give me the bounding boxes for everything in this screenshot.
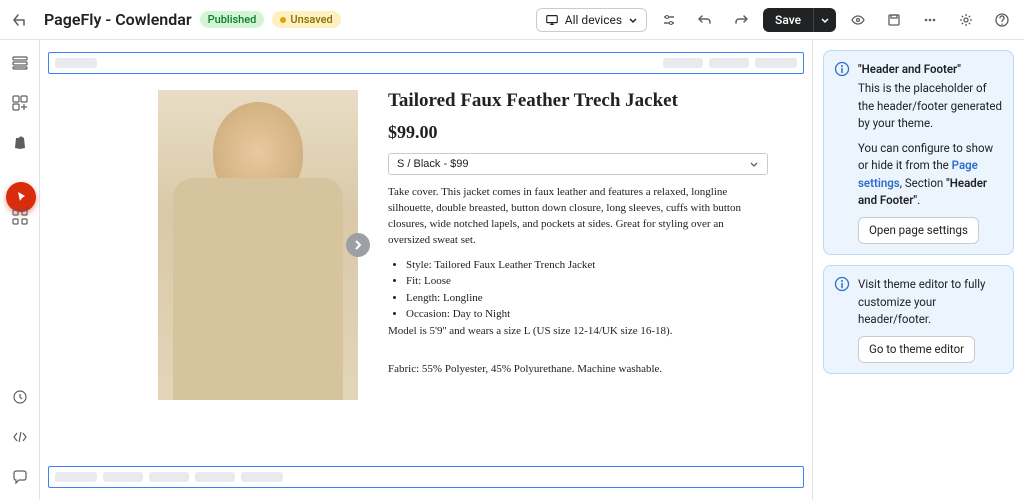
undo-button[interactable] [691, 6, 719, 34]
right-panel: "Header and Footer" This is the placehol… [812, 40, 1024, 500]
sidebar-history-button[interactable] [9, 386, 31, 408]
save-dropdown[interactable] [813, 8, 836, 32]
model-note: Model is 5'9'' and wears a size L (US si… [388, 325, 768, 337]
sidebar-code-button[interactable] [9, 426, 31, 448]
chevron-down-icon [749, 159, 759, 169]
placeholder-block [241, 472, 283, 482]
placeholder-block [663, 58, 703, 68]
editor-canvas[interactable]: Tailored Faux Feather Trech Jacket $99.0… [40, 40, 812, 500]
placeholder-block [755, 58, 797, 68]
sidebar-chat-button[interactable] [9, 466, 31, 488]
eye-icon [850, 12, 866, 28]
product-title: Tailored Faux Feather Trech Jacket [388, 90, 768, 112]
footer-placeholder[interactable] [48, 466, 804, 488]
info-icon [834, 61, 850, 77]
device-selector[interactable]: All devices [536, 8, 647, 32]
more-button[interactable] [916, 6, 944, 34]
status-published-badge: Published [200, 11, 265, 28]
placeholder-block [195, 472, 235, 482]
placeholder-block [709, 58, 749, 68]
sidebar-shopify-button[interactable] [9, 132, 31, 154]
fabric-note: Fabric: 55% Polyester, 45% Polyurethane.… [388, 363, 768, 375]
chevron-right-icon [352, 239, 364, 251]
apps-icon [11, 208, 29, 226]
card-text: This is the placeholder of the header/fo… [858, 80, 1003, 132]
placeholder-block [149, 472, 189, 482]
bullet-item: Occasion: Day to Night [406, 306, 768, 323]
placeholder-block [55, 472, 97, 482]
header-placeholder[interactable] [48, 52, 804, 74]
chevron-down-icon [628, 15, 638, 25]
bullet-item: Fit: Loose [406, 273, 768, 290]
desktop-icon [545, 13, 559, 27]
product-section: Tailored Faux Feather Trech Jacket $99.0… [48, 90, 804, 400]
chevron-down-icon [820, 15, 830, 25]
sliders-icon [661, 12, 677, 28]
left-sidebar [0, 40, 40, 500]
help-button[interactable] [988, 6, 1016, 34]
shopify-icon [11, 134, 29, 152]
chat-icon [11, 468, 29, 486]
sidebar-apps-button[interactable] [9, 206, 31, 228]
help-icon [994, 12, 1010, 28]
dots-icon [922, 12, 938, 28]
gear-icon [958, 12, 974, 28]
info-icon [834, 276, 850, 292]
export-button[interactable] [880, 6, 908, 34]
layout-icon [11, 54, 29, 72]
settings-button[interactable] [952, 6, 980, 34]
save-file-icon [886, 12, 902, 28]
bullet-item: Style: Tailored Faux Leather Trench Jack… [406, 257, 768, 274]
placeholder-block [55, 58, 97, 68]
bullet-item: Length: Longline [406, 290, 768, 307]
open-page-settings-button[interactable]: Open page settings [858, 217, 979, 244]
page-title: PageFly - Cowlendar [44, 10, 192, 29]
product-description: Take cover. This jacket comes in faux le… [388, 185, 768, 249]
clock-icon [11, 388, 29, 406]
sidebar-elements-button[interactable] [9, 92, 31, 114]
redo-button[interactable] [727, 6, 755, 34]
preview-button[interactable] [844, 6, 872, 34]
go-to-theme-editor-button[interactable]: Go to theme editor [858, 336, 975, 363]
undo-icon [697, 12, 713, 28]
product-image[interactable] [158, 90, 358, 400]
image-next-button[interactable] [346, 233, 370, 257]
card-title: "Header and Footer" [858, 62, 961, 76]
product-bullets: Style: Tailored Faux Leather Trench Jack… [388, 257, 768, 323]
back-button[interactable] [8, 8, 32, 32]
pointer-icon [13, 189, 29, 205]
product-price: $99.00 [388, 122, 768, 143]
code-icon [11, 428, 29, 446]
redo-icon [733, 12, 749, 28]
save-button[interactable]: Save [763, 8, 813, 32]
card-text: Visit theme editor to fully customize yo… [858, 276, 1003, 328]
placeholder-block [103, 472, 143, 482]
status-unsaved-badge: Unsaved [272, 11, 340, 28]
sidebar-layout-button[interactable] [9, 52, 31, 74]
info-card-theme-editor: Visit theme editor to fully customize yo… [823, 265, 1014, 374]
info-card-header-footer: "Header and Footer" This is the placehol… [823, 50, 1014, 255]
variant-selector[interactable]: S / Black - $99 [388, 153, 768, 175]
back-arrow-icon [12, 12, 28, 28]
sliders-button[interactable] [655, 6, 683, 34]
elements-icon [11, 94, 29, 112]
